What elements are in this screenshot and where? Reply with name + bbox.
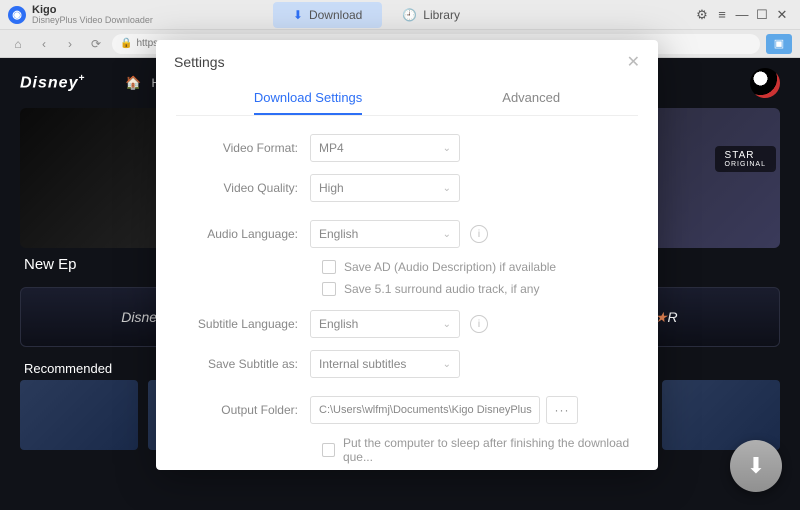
- modal-title: Settings: [174, 54, 225, 70]
- chevron-down-icon: ⌄: [443, 143, 451, 154]
- checkbox-save-ad-label: Save AD (Audio Description) if available: [344, 260, 556, 274]
- app-logo-icon: ◉: [8, 6, 26, 24]
- floating-download-button[interactable]: ⬇: [730, 440, 782, 492]
- app-subtitle: DisneyPlus Video Downloader: [32, 16, 153, 26]
- label-save-subtitle-as: Save Subtitle as:: [180, 357, 310, 371]
- avatar[interactable]: [750, 68, 780, 98]
- checkbox-save-ad[interactable]: [322, 260, 336, 274]
- recommended-tile[interactable]: [20, 380, 138, 450]
- app-title: Kigo: [32, 4, 153, 16]
- checkbox-save-51-label: Save 5.1 surround audio track, if any: [344, 282, 539, 296]
- label-output-folder: Output Folder:: [180, 403, 310, 417]
- checkbox-sleep-label: Put the computer to sleep after finishin…: [343, 436, 634, 464]
- tab-library-label: Library: [423, 8, 460, 22]
- download-icon: ⬇: [293, 8, 303, 22]
- select-video-format[interactable]: MP4⌄: [310, 134, 460, 162]
- disney-logo: Disney+: [20, 73, 85, 92]
- home-icon[interactable]: ⌂: [8, 34, 28, 54]
- chevron-down-icon: ⌄: [443, 359, 451, 370]
- checkbox-save-51[interactable]: [322, 282, 336, 296]
- menu-icon[interactable]: ≡: [712, 5, 732, 25]
- chevron-down-icon: ⌄: [443, 319, 451, 330]
- back-icon[interactable]: ‹: [34, 34, 54, 54]
- tab-download-label: Download: [309, 8, 362, 22]
- close-button[interactable]: ✕: [772, 5, 792, 25]
- select-audio-language[interactable]: English⌄: [310, 220, 460, 248]
- select-save-subtitle-as[interactable]: Internal subtitles⌄: [310, 350, 460, 378]
- select-video-quality[interactable]: High⌄: [310, 174, 460, 202]
- minimize-button[interactable]: —: [732, 5, 752, 25]
- settings-modal: Settings ✕ Download Settings Advanced Vi…: [156, 40, 658, 470]
- info-icon[interactable]: i: [470, 225, 488, 243]
- video-capture-icon[interactable]: ▣: [766, 34, 792, 54]
- tab-library[interactable]: 🕘 Library: [382, 2, 480, 28]
- library-icon: 🕘: [402, 8, 417, 22]
- chevron-down-icon: ⌄: [443, 183, 451, 194]
- label-audio-language: Audio Language:: [180, 227, 310, 241]
- nav-home-icon[interactable]: 🏠: [125, 75, 141, 91]
- label-subtitle-language: Subtitle Language:: [180, 317, 310, 331]
- select-subtitle-language[interactable]: English⌄: [310, 310, 460, 338]
- modal-tab-download-settings[interactable]: Download Settings: [254, 90, 362, 115]
- title-bar: ◉ Kigo DisneyPlus Video Downloader ⬇ Dow…: [0, 0, 800, 30]
- chevron-down-icon: ⌄: [443, 229, 451, 240]
- label-video-quality: Video Quality:: [180, 181, 310, 195]
- recommended-tile[interactable]: [662, 380, 780, 450]
- star-badge: STAR ORIGINAL: [715, 146, 776, 172]
- settings-gear-icon[interactable]: ⚙: [692, 5, 712, 25]
- output-folder-input[interactable]: C:\Users\wlfmj\Documents\Kigo DisneyPlus: [310, 396, 540, 424]
- browse-button[interactable]: ···: [546, 396, 578, 424]
- reload-icon[interactable]: ⟳: [86, 34, 106, 54]
- tab-download[interactable]: ⬇ Download: [273, 2, 382, 28]
- info-icon[interactable]: i: [470, 315, 488, 333]
- label-video-format: Video Format:: [180, 141, 310, 155]
- maximize-button[interactable]: ☐: [752, 5, 772, 25]
- lock-icon: 🔒: [120, 38, 132, 49]
- modal-close-icon[interactable]: ✕: [627, 52, 640, 72]
- modal-tab-advanced[interactable]: Advanced: [502, 90, 560, 115]
- forward-icon[interactable]: ›: [60, 34, 80, 54]
- checkbox-sleep[interactable]: [322, 443, 335, 457]
